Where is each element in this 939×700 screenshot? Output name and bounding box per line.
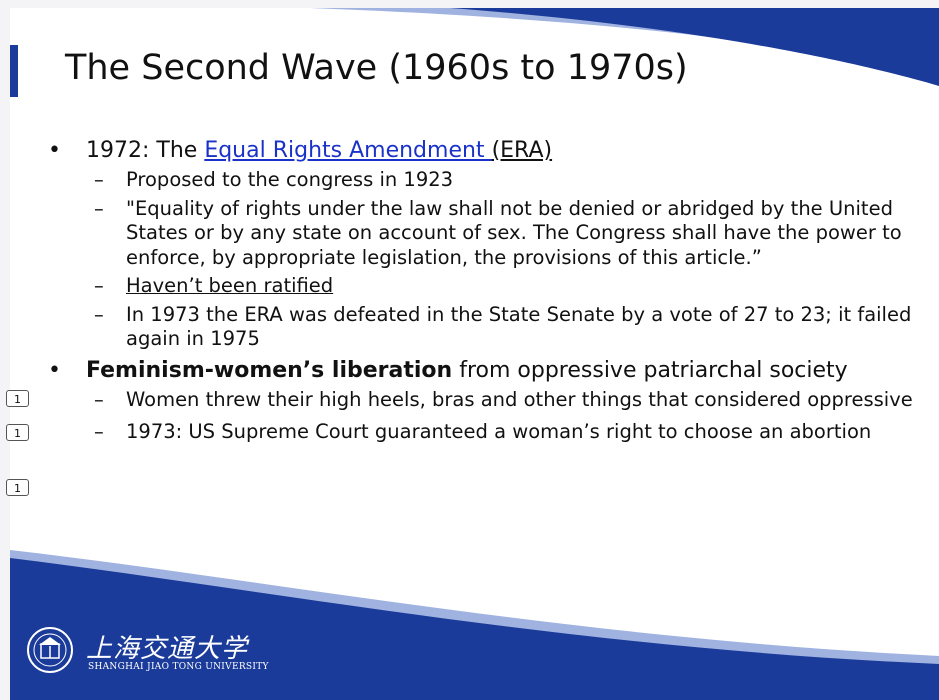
university-name-chinese: 上海交通大学 [86,634,249,664]
bullet-feminism-text: Feminism-women’s liberation from oppress… [86,358,918,384]
sub-item: – Haven’t been ratified [48,274,918,299]
slide: The Second Wave (1960s to 1970s) • 1972:… [10,8,939,700]
slide-title: The Second Wave (1960s to 1970s) [65,48,688,88]
bullet-era-text: 1972: The Equal Rights Amendment (ERA) [86,138,918,164]
dash: – [94,168,104,191]
feminism-bold-label: Feminism-women’s liberation [86,357,453,383]
dash: – [94,274,104,297]
dash: – [94,196,104,220]
sub-item: – 1973: US Supreme Court guaranteed a wo… [48,420,918,445]
bottom-swoosh-decoration [10,550,939,700]
sub-item: – "Equality of rights under the law shal… [48,197,918,271]
sub-item-text: 1973: US Supreme Court guaranteed a woma… [126,420,872,443]
era-link[interactable]: Equal Rights Amendment [204,138,491,163]
sub-item: – Proposed to the congress in 1923 [48,168,918,193]
title-accent-bar [10,45,18,97]
sub-item: – In 1973 the ERA was defeated in the St… [48,303,918,352]
era-abbrev: (ERA) [491,138,553,163]
comment-marker[interactable]: 1 [6,390,29,407]
comment-marker[interactable]: 1 [6,479,29,496]
sub-item-text: Haven’t been ratified [126,274,334,297]
bullet-feminism: • Feminism-women’s liberation from oppre… [48,358,918,384]
bullet-era-prefix: 1972: The [86,138,205,163]
sub-item-text: In 1973 the ERA was defeated in the Stat… [126,302,912,351]
sub-item-text: "Equality of rights under the law shall … [126,196,902,269]
university-name-english: SHANGHAI JIAO TONG UNIVERSITY [88,662,269,672]
dash: – [94,387,104,411]
sub-item: – Women threw their high heels, bras and… [48,388,918,413]
sub-item-text: Women threw their high heels, bras and o… [126,387,913,411]
university-emblem-icon [27,627,73,673]
bullet-era: • 1972: The Equal Rights Amendment (ERA) [48,138,918,164]
dash: – [94,302,104,326]
feminism-rest: from oppressive patriarchal society [452,357,848,383]
bullet-dot: • [48,138,61,163]
sub-item-text: Proposed to the congress in 1923 [126,168,454,191]
bullet-dot: • [48,357,61,383]
dash: – [94,420,104,443]
slide-content: • 1972: The Equal Rights Amendment (ERA)… [48,138,918,445]
comment-marker[interactable]: 1 [6,424,29,441]
